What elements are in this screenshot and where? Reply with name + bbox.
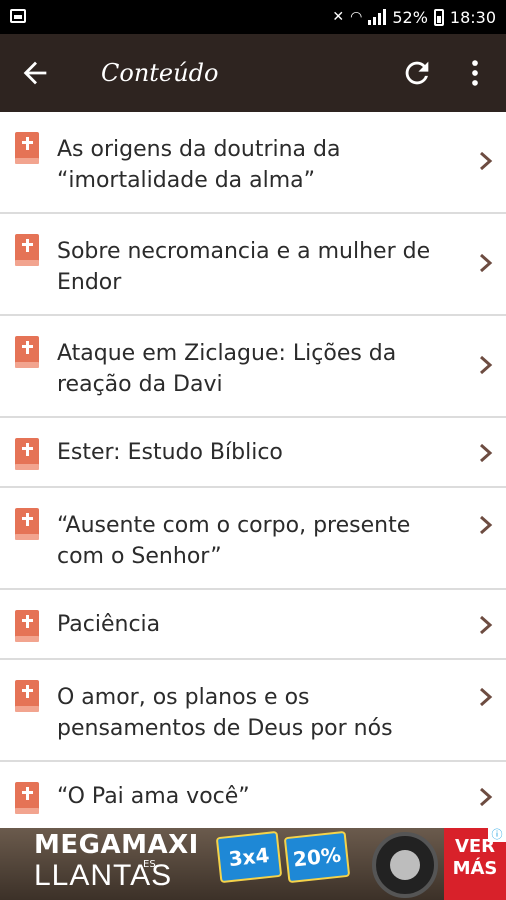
app-bar: Conteúdo bbox=[0, 34, 506, 112]
bible-book-icon bbox=[15, 438, 39, 470]
bible-book-icon bbox=[15, 610, 39, 642]
bible-book-icon bbox=[15, 508, 39, 540]
bible-book-icon bbox=[15, 132, 39, 164]
battery-percent: 52% bbox=[392, 7, 428, 27]
ad-brand-es: ES bbox=[143, 859, 156, 870]
back-arrow-icon[interactable] bbox=[18, 56, 52, 90]
ad-promo-badge: 3x4 bbox=[215, 830, 283, 884]
chevron-right-icon bbox=[480, 615, 493, 635]
chevron-right-icon bbox=[480, 355, 493, 375]
chevron-right-icon bbox=[480, 515, 493, 535]
gallery-icon bbox=[10, 9, 26, 23]
list-item-title: As origens da doutrina da “imortalidade … bbox=[57, 137, 341, 193]
ad-promo-badge: 20% bbox=[283, 830, 351, 884]
tire-image bbox=[372, 832, 438, 898]
ad-banner[interactable]: MEGAMAXI LLANTAS ES 3x4 20% VER MÁS ⓘ bbox=[0, 828, 506, 900]
list-item[interactable]: O amor, os planos e os pensamentos de De… bbox=[0, 660, 506, 762]
clock: 18:30 bbox=[449, 7, 496, 27]
list-item[interactable]: Sobre necromancia e a mulher de Endor bbox=[0, 214, 506, 316]
ad-choices-icon[interactable]: ⓘ bbox=[488, 828, 506, 842]
chevron-right-icon bbox=[480, 687, 493, 707]
bible-book-icon bbox=[15, 782, 39, 814]
signal-icon bbox=[368, 9, 387, 25]
refresh-icon[interactable] bbox=[400, 56, 434, 90]
battery-icon bbox=[433, 8, 444, 26]
list-item[interactable]: “O Pai ama você” bbox=[0, 762, 506, 832]
ad-brand-line1: MEGAMAXI bbox=[34, 830, 199, 860]
list-item-title: O amor, os planos e os pensamentos de De… bbox=[57, 685, 393, 741]
list-item-title: “Ausente com o corpo, presente com o Sen… bbox=[57, 513, 411, 569]
chevron-right-icon bbox=[480, 443, 493, 463]
chevron-right-icon bbox=[480, 253, 493, 273]
list-item[interactable]: Ataque em Ziclague: Lições da reação da … bbox=[0, 316, 506, 418]
list-item-title: Ataque em Ziclague: Lições da reação da … bbox=[57, 341, 397, 397]
list-item-title: Ester: Estudo Bíblico bbox=[57, 440, 283, 465]
bible-book-icon bbox=[15, 234, 39, 266]
list-item[interactable]: As origens da doutrina da “imortalidade … bbox=[0, 112, 506, 214]
status-icons: ✕ ◠ 52% 18:30 bbox=[332, 0, 496, 34]
wifi-icon: ◠ bbox=[350, 9, 363, 25]
list-item[interactable]: Paciência bbox=[0, 590, 506, 660]
list-item-title: “O Pai ama você” bbox=[57, 784, 250, 809]
mute-icon: ✕ bbox=[332, 9, 345, 25]
list-item-title: Sobre necromancia e a mulher de Endor bbox=[57, 239, 431, 295]
overflow-menu-icon[interactable] bbox=[458, 56, 492, 90]
list-item-title: Paciência bbox=[57, 612, 161, 637]
list-item[interactable]: “Ausente com o corpo, presente com o Sen… bbox=[0, 488, 506, 590]
content-list: As origens da doutrina da “imortalidade … bbox=[0, 112, 506, 832]
bible-book-icon bbox=[15, 680, 39, 712]
list-item[interactable]: Ester: Estudo Bíblico bbox=[0, 418, 506, 488]
status-bar: ✕ ◠ 52% 18:30 bbox=[0, 0, 506, 34]
chevron-right-icon bbox=[480, 787, 493, 807]
page-title: Conteúdo bbox=[101, 59, 219, 87]
chevron-right-icon bbox=[480, 151, 493, 171]
bible-book-icon bbox=[15, 336, 39, 368]
